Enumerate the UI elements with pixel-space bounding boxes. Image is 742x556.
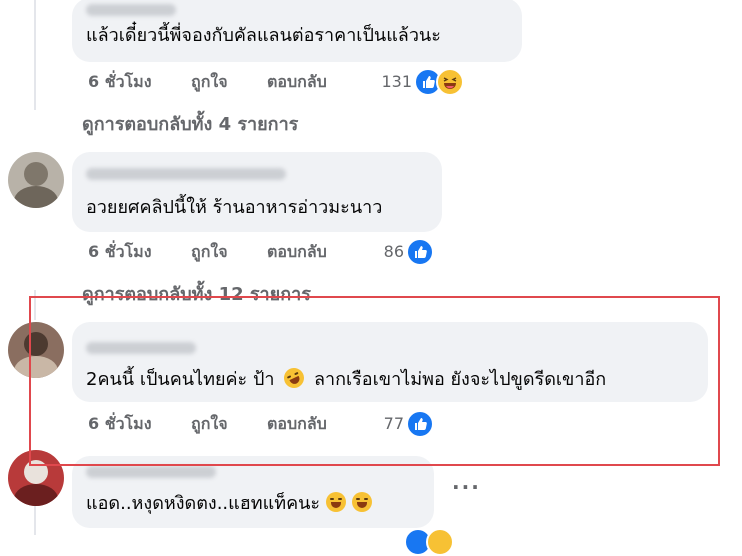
haha-icon — [426, 528, 454, 556]
reply-button[interactable]: ตอบกลับ — [267, 70, 327, 94]
tears-of-joy-emoji-icon — [325, 492, 346, 512]
comment-bubble: อวยยศคลิปนี้ให้ ร้านอาหารอ่าวมะนาว — [72, 152, 442, 232]
reply-button[interactable]: ตอบกลับ — [267, 240, 327, 264]
comment-text: อวยยศคลิปนี้ให้ ร้านอาหารอ่าวมะนาว — [86, 197, 383, 218]
reaction-count: 86 — [383, 242, 404, 261]
like-icon — [406, 238, 434, 266]
comment-actions: 6 ชั่วโมง ถูกใจ ตอบกลับ — [86, 240, 386, 264]
comment-author-blurred[interactable] — [86, 168, 286, 180]
reaction-summary[interactable]: 131 — [370, 68, 470, 96]
like-button[interactable]: ถูกใจ — [191, 240, 228, 264]
tears-of-joy-emoji-icon — [351, 492, 372, 512]
haha-icon — [436, 68, 464, 96]
reaction-summary[interactable]: 86 — [370, 238, 434, 266]
comment-text: แอด..หงุดหงิดตง..แฮทแท็คนะ — [86, 492, 372, 516]
comment-timestamp[interactable]: 6 ชั่วโมง — [88, 70, 152, 94]
view-replies-link[interactable]: ดูการตอบกลับทั้ง 4 รายการ — [82, 113, 298, 137]
more-options-button[interactable]: ··· — [452, 475, 481, 499]
comment-timestamp[interactable]: 6 ชั่วโมง — [88, 240, 152, 264]
comment-bubble: แล้วเดี๋ยวนี้พี่จองกับคัลแลนต่อราคาเป็นแ… — [72, 0, 522, 62]
reaction-count: 131 — [381, 72, 412, 91]
comment-text-part: แอด..หงุดหงิดตง..แฮทแท็คนะ — [86, 493, 321, 514]
avatar[interactable] — [8, 152, 64, 208]
highlight-box — [29, 296, 720, 466]
comment-bubble: แอด..หงุดหงิดตง..แฮทแท็คนะ — [72, 456, 434, 528]
like-button[interactable]: ถูกใจ — [191, 70, 228, 94]
thread-line — [34, 0, 36, 110]
comment-text: แล้วเดี๋ยวนี้พี่จองกับคัลแลนต่อราคาเป็นแ… — [86, 25, 441, 46]
comment-author-blurred[interactable] — [86, 4, 176, 16]
comment-author-blurred[interactable] — [86, 466, 216, 478]
